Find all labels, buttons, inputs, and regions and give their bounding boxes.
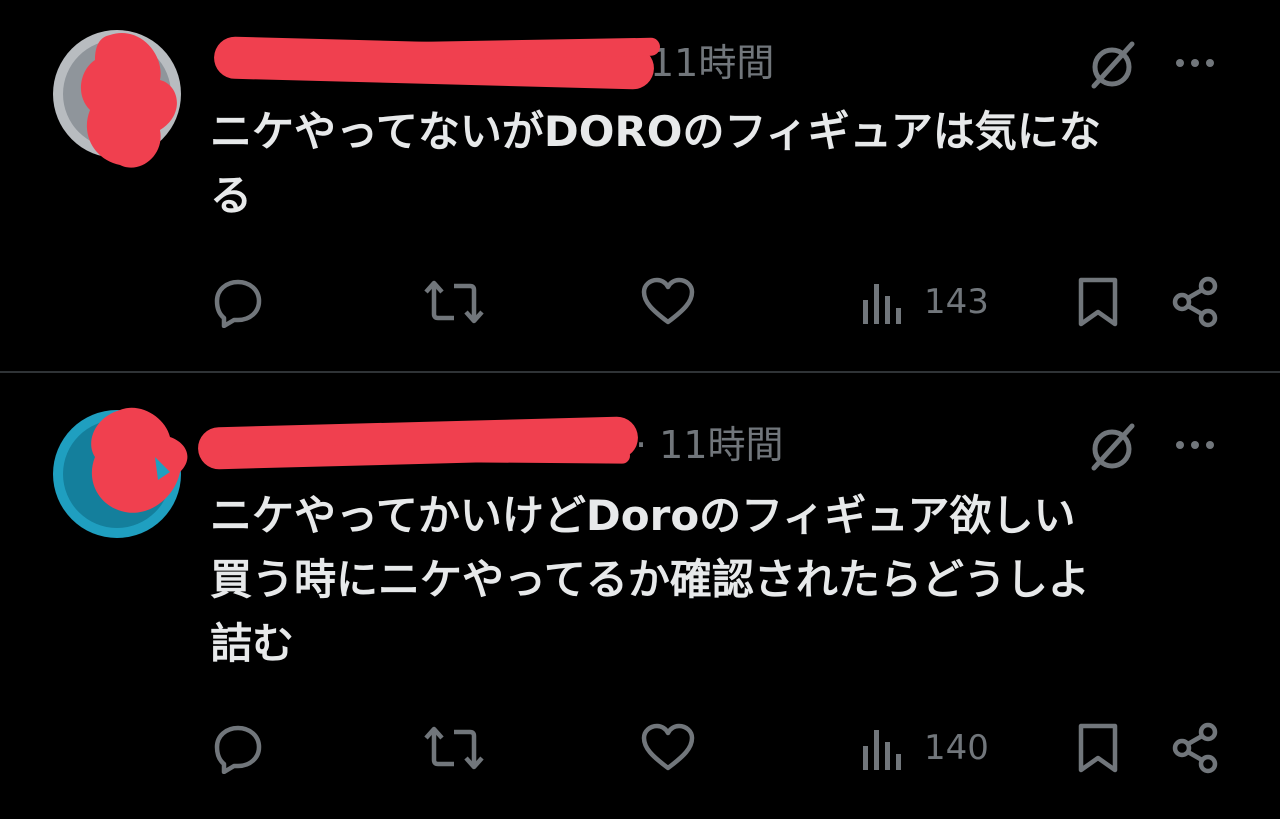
- avatar-redaction-scribble: [80, 33, 177, 168]
- post[interactable]: · 11時間 ニケやってかいけどDoroのフィギュア欲しい 買う時にニケやってる…: [0, 374, 1280, 819]
- reply-button[interactable]: [212, 272, 264, 332]
- bookmark-button[interactable]: [1076, 272, 1120, 332]
- post-timestamp[interactable]: 11時間: [650, 38, 774, 88]
- action-bar: 143: [0, 272, 1280, 332]
- share-icon: [1172, 722, 1218, 774]
- post-header: 11時間: [210, 36, 1270, 90]
- post-text-line: ニケやってないがDOROのフィギュアは気にな: [210, 107, 1101, 156]
- timestamp-text: 11時間: [650, 41, 775, 85]
- views-icon: [863, 730, 901, 770]
- action-bar: 140: [0, 718, 1280, 778]
- post-text-line: ニケやってかいけどDoroのフィギュア欲しい: [210, 491, 1076, 540]
- like-button[interactable]: [640, 272, 696, 332]
- divider: [0, 371, 1280, 373]
- post-timestamp[interactable]: · 11時間: [635, 420, 784, 470]
- repost-button[interactable]: [424, 272, 484, 332]
- repost-icon: [424, 280, 484, 324]
- reply-button[interactable]: [212, 718, 264, 778]
- bookmark-button[interactable]: [1076, 718, 1120, 778]
- grok-icon[interactable]: [1088, 422, 1138, 472]
- post[interactable]: 11時間 ニケやってないがDOROのフィギュアは気にな る 143: [0, 0, 1280, 372]
- post-header: · 11時間: [197, 416, 1270, 472]
- views-button[interactable]: 140: [860, 718, 989, 778]
- views-button[interactable]: 143: [860, 272, 989, 332]
- share-button[interactable]: [1170, 718, 1222, 778]
- repost-icon: [424, 726, 484, 770]
- bookmark-icon: [1078, 723, 1118, 773]
- bookmark-icon: [1078, 277, 1118, 327]
- like-button[interactable]: [640, 718, 696, 778]
- post-text-line: る: [210, 171, 253, 220]
- views-count: 143: [924, 282, 989, 322]
- repost-button[interactable]: [424, 718, 484, 778]
- grok-icon[interactable]: [1088, 40, 1138, 90]
- post-text: ニケやってないがDOROのフィギュアは気にな る: [210, 100, 1220, 228]
- post-text-line: 買う時にニケやってるか確認されたらどうしよ: [210, 555, 1090, 604]
- views-icon: [863, 284, 901, 324]
- reply-icon: [214, 725, 262, 774]
- post-text-line: 詰む: [210, 619, 295, 668]
- avatar-redaction-scribble: [91, 407, 188, 513]
- post-text: ニケやってかいけどDoroのフィギュア欲しい 買う時にニケやってるか確認されたら…: [210, 484, 1220, 676]
- more-icon[interactable]: [1170, 38, 1220, 88]
- more-icon[interactable]: [1170, 420, 1220, 470]
- timestamp-text: · 11時間: [635, 423, 784, 467]
- views-count: 140: [924, 728, 989, 768]
- share-icon: [1172, 276, 1218, 328]
- heart-icon: [641, 277, 695, 325]
- reply-icon: [214, 279, 262, 328]
- share-button[interactable]: [1170, 272, 1222, 332]
- heart-icon: [641, 723, 695, 771]
